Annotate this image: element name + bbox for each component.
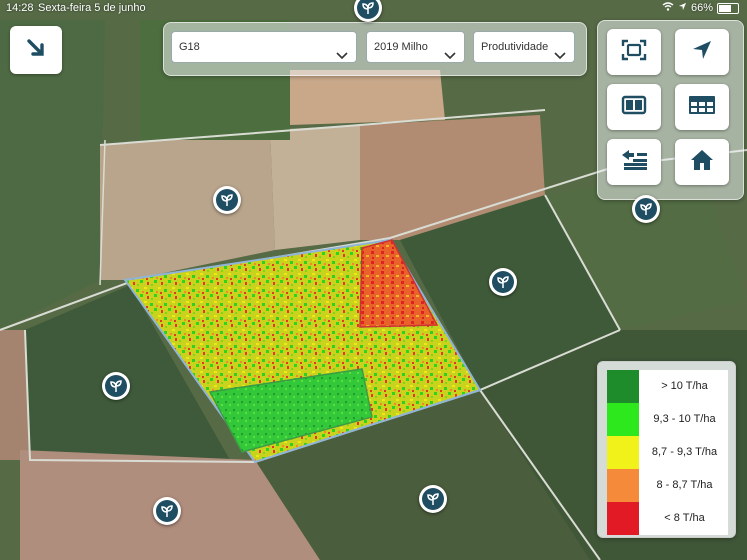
field-marker[interactable] [102, 372, 130, 400]
field-marker[interactable] [419, 485, 447, 513]
legend-swatch [607, 436, 639, 469]
home-icon [690, 149, 714, 176]
legend-swatch [607, 502, 639, 535]
location-arrow-icon [678, 0, 687, 16]
layers-back-icon [620, 149, 648, 176]
layer-select[interactable]: Produtividade [473, 31, 575, 63]
legend-label: 8,7 - 9,3 T/ha [651, 446, 718, 458]
plant-icon [216, 189, 238, 211]
status-time: 14:28 [6, 2, 34, 14]
locate-button[interactable] [675, 29, 729, 75]
legend-row: < 8 T/ha [607, 502, 728, 535]
plant-icon [357, 0, 379, 19]
expand-icon [621, 39, 647, 66]
legend-row: > 10 T/ha [607, 370, 728, 404]
status-date: Sexta-feira 5 de junho [38, 2, 146, 14]
layers-back-button[interactable] [607, 139, 661, 185]
field-select-value: G18 [179, 41, 200, 53]
plant-icon [105, 375, 127, 397]
field-select[interactable]: G18 [171, 31, 357, 63]
battery-icon [717, 2, 739, 14]
status-indicators: 66% [662, 0, 739, 16]
plant-icon [492, 271, 514, 293]
plant-icon [156, 500, 178, 522]
field-marker[interactable] [153, 497, 181, 525]
legend-label: < 8 T/ha [664, 512, 705, 524]
field-marker[interactable] [632, 195, 660, 223]
legend-label: 9,3 - 10 T/ha [653, 413, 716, 425]
table-view-button[interactable] [675, 84, 729, 130]
legend-swatch [607, 469, 639, 502]
fit-view-button[interactable] [607, 29, 661, 75]
battery-percent: 66% [690, 2, 713, 14]
legend-row: 8 - 8,7 T/ha [607, 469, 728, 503]
legend-swatch [607, 370, 639, 403]
table-icon [688, 95, 716, 120]
legend-label: 8 - 8,7 T/ha [656, 479, 713, 491]
legend-row: 8,7 - 9,3 T/ha [607, 436, 728, 470]
split-view-icon [621, 95, 647, 120]
legend-label: > 10 T/ha [661, 380, 708, 392]
field-marker[interactable] [213, 186, 241, 214]
chevron-down-icon [444, 42, 456, 72]
plant-icon [422, 488, 444, 510]
home-button[interactable] [675, 139, 729, 185]
layer-select-value: Produtividade [481, 41, 549, 53]
split-view-button[interactable] [607, 84, 661, 130]
legend-swatch [607, 403, 639, 436]
season-select[interactable]: 2019 Milho [366, 31, 465, 63]
field-marker[interactable] [489, 268, 517, 296]
chevron-down-icon [336, 42, 348, 72]
season-select-value: 2019 Milho [374, 41, 428, 53]
yield-legend: > 10 T/ha 9,3 - 10 T/ha 8,7 - 9,3 T/ha 8… [597, 361, 736, 538]
plant-icon [635, 198, 657, 220]
locate-icon [691, 39, 713, 66]
chevron-down-icon [554, 42, 566, 72]
collapse-button[interactable] [10, 26, 62, 74]
arrow-down-right-icon [25, 37, 47, 64]
legend-row: 9,3 - 10 T/ha [607, 403, 728, 437]
wifi-icon [662, 0, 674, 16]
